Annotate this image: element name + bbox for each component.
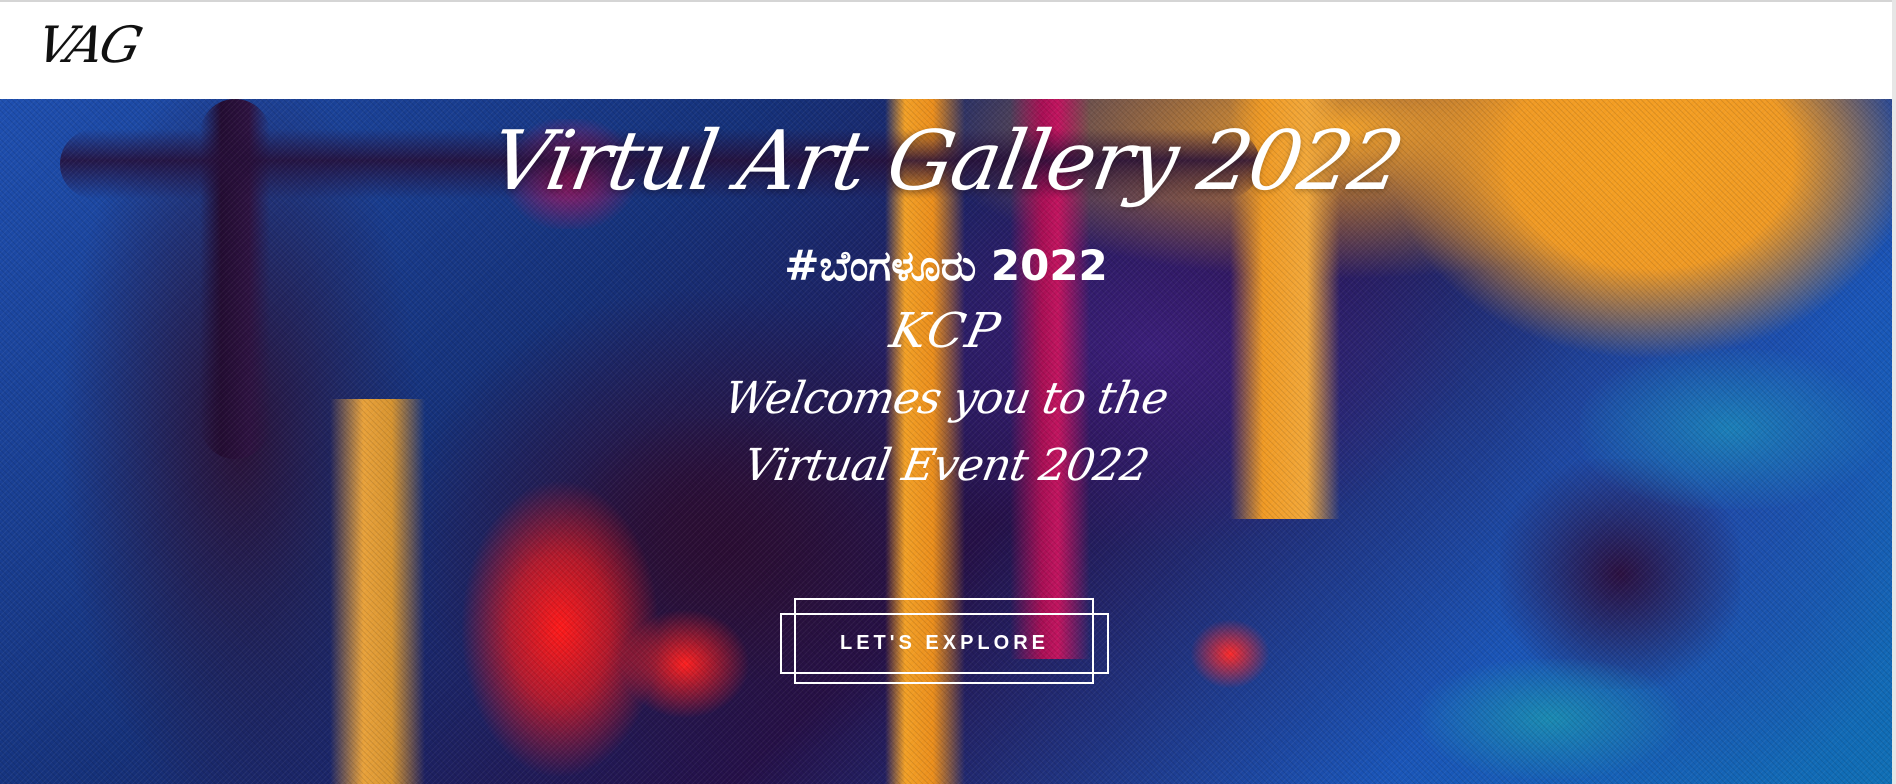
hero-banner: Virtul Art Gallery 2022 #ಬೆಂಗಳೂರು 2022 K… <box>0 99 1892 784</box>
paint-splatter-red <box>620 609 750 719</box>
hero-organizer: KCP <box>885 303 1007 359</box>
page-scrollbar[interactable] <box>1892 0 1896 784</box>
hero-subtitle: #ಬೆಂಗಳೂರು 2022 <box>784 241 1108 290</box>
hero-title: Virtul Art Gallery 2022 <box>483 114 1409 209</box>
hero-event-text: Virtual Event 2022 <box>739 440 1153 491</box>
paint-splatter-red <box>1190 619 1270 689</box>
site-header: VAG <box>0 2 1896 99</box>
paint-stroke-teal <box>1420 659 1680 779</box>
site-logo[interactable]: VAG <box>31 16 145 74</box>
hero-welcome-text: Welcomes you to the <box>720 373 1172 424</box>
explore-button[interactable]: LET'S EXPLORE <box>780 613 1109 674</box>
